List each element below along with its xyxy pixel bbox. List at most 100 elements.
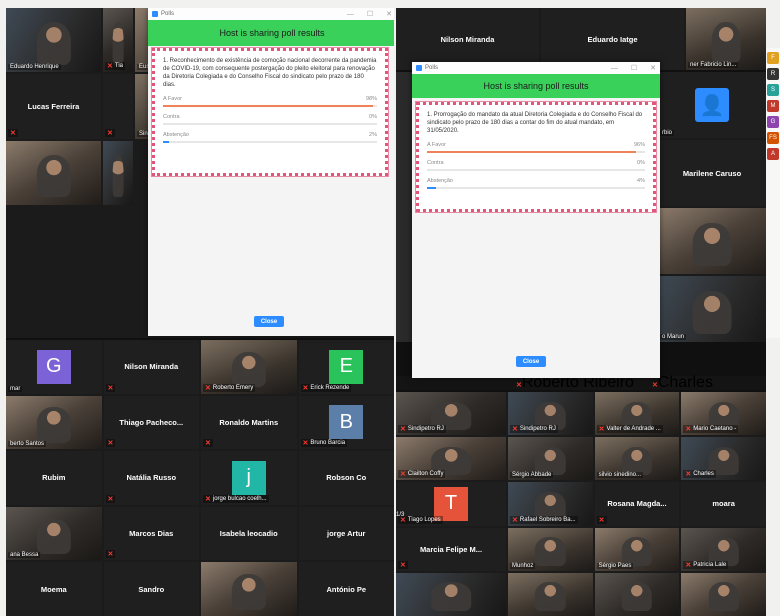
participant-tile[interactable]: jorge Artur (298, 506, 394, 561)
participant-tile[interactable]: 👤 rbio (658, 72, 766, 138)
participant-tile[interactable]: Marilene Caruso (658, 140, 766, 206)
participant-video (36, 154, 71, 198)
close-icon[interactable]: ✕ (386, 10, 392, 18)
participant-video (708, 582, 739, 611)
muted-mic-icon: ✕ (107, 495, 114, 503)
participant-tile[interactable] (6, 140, 101, 206)
muted-mic-icon: ✕ (205, 495, 211, 503)
right-video-grid-middle: 👤 rbio Marilene Caruso o Marun (658, 72, 766, 342)
poll-results-window: Polls — ☐ ✕ Host is sharing poll results… (412, 62, 660, 378)
participant-name: Clailton Coffy (407, 471, 444, 478)
participant-tile[interactable] (103, 140, 133, 206)
muted-mic-icon: ✕ (598, 426, 605, 434)
participant-tile[interactable]: ✕ Tia (103, 8, 133, 73)
participant-tile[interactable]: Sandro (103, 562, 199, 616)
participant-label: berto Santos (8, 441, 47, 448)
participant-tile[interactable]: ✕ Valter de Andrade ... (594, 392, 680, 436)
participant-tile[interactable]: António Pe (298, 562, 394, 616)
maximize-icon[interactable]: ☐ (367, 10, 373, 18)
poll-option-label: Abstenção (163, 132, 189, 139)
poll-result-bar (163, 123, 377, 126)
muted-mic-icon: ✕ (400, 561, 406, 569)
participant-label: ✕Charles (651, 374, 713, 391)
participant-name-center: Marcia Felipe M... (419, 544, 483, 554)
participant-name-center: Nilson Miranda (124, 362, 179, 372)
muted-mic-icon: ✕ (598, 516, 605, 524)
participant-tile[interactable]: Sérgio Paes (594, 527, 680, 571)
participant-tile[interactable]: ✕ Roberto Emery (201, 340, 297, 394)
participant-tile[interactable]: ✕ Mario Caetano - (681, 392, 766, 436)
participant-tile[interactable]: Moema (6, 562, 102, 616)
sidebar-avatar[interactable]: S (767, 84, 779, 96)
participant-name: ana Bessa (10, 552, 39, 559)
participant-tile[interactable]: Ronaldo Martins ✕ (201, 395, 297, 450)
participant-video (692, 222, 732, 267)
participant-tile[interactable]: B ✕ Bruno Barcia (298, 395, 394, 450)
sidebar-avatar[interactable]: R (767, 68, 779, 80)
participant-tile[interactable]: Munhoz (508, 527, 593, 571)
participant-tile[interactable]: ana Bessa (6, 506, 102, 561)
participant-tile[interactable]: Isabela leocadio (201, 506, 297, 561)
participant-tile[interactable]: Robson Co (298, 451, 394, 505)
participant-tile[interactable]: Natália Russo ✕ (103, 451, 199, 505)
participant-tile[interactable]: o Marun (658, 276, 766, 342)
close-button[interactable]: Close (254, 316, 284, 327)
participant-name-center: jorge Artur (327, 529, 366, 539)
participant-tile[interactable]: Lucas Ferreira ✕ (6, 74, 101, 139)
participant-tile[interactable]: j ✕ jorge bulcao coelh... (201, 451, 297, 505)
participant-tile[interactable] (508, 572, 593, 616)
participant-tile[interactable] (658, 208, 766, 274)
participant-tile[interactable]: ner Fabricio Lin... (686, 8, 766, 70)
participant-name: rbio (662, 130, 673, 136)
participant-label: ✕Charles (683, 470, 716, 479)
participant-name: Mario Caetano - (693, 426, 737, 433)
participant-tile[interactable]: ✕ Patricia Lale (681, 527, 766, 571)
participant-tile[interactable]: Nilson Miranda ✕ (103, 340, 199, 394)
sidebar-avatar[interactable]: F (767, 52, 779, 64)
avatar: B (329, 405, 364, 440)
minimize-icon[interactable]: — (611, 65, 618, 72)
participant-name-center: Marilene Caruso (682, 168, 742, 178)
poll-option: Contra 0% (163, 114, 377, 126)
participant-tile[interactable]: ✕ Rafael Sobreiro Ba... (508, 482, 593, 526)
close-icon[interactable]: ✕ (650, 64, 656, 72)
participant-tile[interactable]: Eduardo Henrique (6, 8, 101, 73)
participant-video (621, 446, 653, 476)
participant-tile[interactable] (396, 572, 506, 616)
participant-tile[interactable]: Thiago Pacheco... ✕ (103, 395, 199, 450)
participant-tile[interactable]: silvio sinedino... (594, 437, 680, 481)
participant-tile[interactable]: moara (681, 482, 766, 526)
participant-tile[interactable] (201, 562, 297, 616)
participant-tile[interactable]: Marcos Dias ✕ (103, 506, 199, 561)
participant-tile[interactable]: E ✕ Erick Rezende (298, 340, 394, 394)
participant-tile[interactable]: Marcia Felipe M... ✕ (396, 527, 506, 571)
participant-tile[interactable]: Gmar (6, 340, 102, 394)
participant-name: silvio sinedino... (598, 472, 642, 479)
participant-tile[interactable] (594, 572, 680, 616)
sidebar-avatar[interactable]: G (767, 116, 779, 128)
participant-name: Sindipetro RJ (407, 426, 444, 433)
participant-tile[interactable]: Rubim (6, 451, 102, 505)
participant-tile[interactable]: ✕ Sindipetro RJ (508, 392, 593, 436)
close-button[interactable]: Close (516, 356, 546, 367)
participant-video (431, 582, 471, 611)
minimize-icon[interactable]: — (347, 11, 354, 18)
participant-tile[interactable]: Nilson Miranda (396, 8, 539, 70)
participant-tile[interactable]: berto Santos (6, 395, 102, 450)
participant-name-center: Moema (40, 584, 67, 594)
sidebar-avatar[interactable]: M (767, 100, 779, 112)
sidebar-avatar[interactable]: A (767, 148, 779, 160)
participant-tile[interactable]: ✕ (103, 74, 133, 139)
participant-tile[interactable] (681, 572, 766, 616)
sidebar-avatar[interactable]: FS (767, 132, 779, 144)
participant-tile[interactable]: Rosana Magda... ✕ (594, 482, 680, 526)
maximize-icon[interactable]: ☐ (631, 64, 637, 72)
participant-tile[interactable]: ✕ Sindipetro RJ (396, 392, 506, 436)
poll-window-title: Polls (161, 11, 175, 17)
muted-mic-icon: ✕ (205, 384, 211, 392)
participant-tile[interactable]: ✕ Charles (681, 437, 766, 481)
participant-tile[interactable]: ✕ Clailton Coffy (396, 437, 506, 481)
participant-tile[interactable]: Sérgio Abbade (508, 437, 593, 481)
participant-tile[interactable]: Eduardo Iatge (541, 8, 684, 70)
participant-tile[interactable]: T ✕ Tiago Lopes (396, 482, 506, 526)
